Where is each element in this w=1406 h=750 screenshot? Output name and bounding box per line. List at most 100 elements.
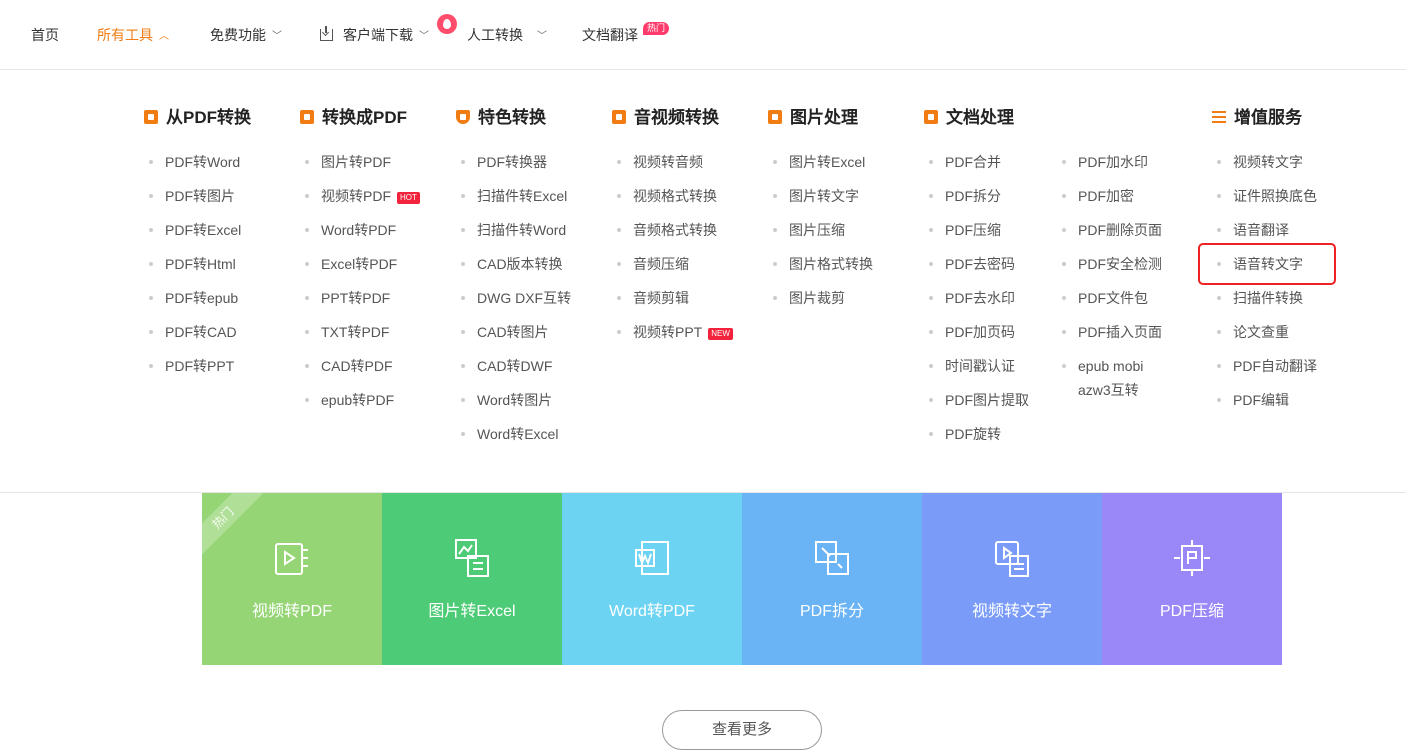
menu-item[interactable]: 论文查重 — [1212, 320, 1334, 344]
menu-item[interactable]: PDF安全检测 — [1057, 252, 1162, 276]
menu-item[interactable]: Excel转PDF — [300, 252, 420, 276]
nav-home[interactable]: 首页 — [31, 26, 59, 44]
menu-item[interactable]: PDF转PPT — [144, 354, 241, 378]
menu-item[interactable]: 音频剪辑 — [612, 286, 733, 310]
menu-item-label: CAD版本转换 — [477, 256, 563, 272]
menu-item[interactable]: CAD转PDF — [300, 354, 420, 378]
menu-item[interactable]: Word转PDF — [300, 218, 420, 242]
menu-item-label: PDF转换器 — [477, 154, 547, 170]
menu-item[interactable]: PDF加密 — [1057, 184, 1162, 208]
hot-badge: 热门 — [643, 22, 670, 35]
menu-item[interactable]: PPT转PDF — [300, 286, 420, 310]
menu-item[interactable]: 图片转PDF — [300, 150, 420, 174]
menu-item-highlighted[interactable]: 语音转文字 — [1198, 243, 1336, 285]
menu-item[interactable]: 音频格式转换 — [612, 218, 733, 242]
menu-item[interactable]: 图片压缩 — [768, 218, 873, 242]
menu-item[interactable]: PDF转换器 — [456, 150, 571, 174]
menu-item[interactable]: PDF插入页面 — [1057, 320, 1162, 344]
chevron-down-icon: ﹀ — [272, 31, 282, 42]
feature-tile-label: 视频转PDF — [251, 603, 332, 620]
nav-free-features[interactable]: 免费功能 ﹀ — [210, 26, 282, 46]
menu-item-label: 视频转PDF — [321, 188, 391, 204]
menu-item-label: PDF压缩 — [945, 222, 1001, 238]
menu-item[interactable]: PDF删除页面 — [1057, 218, 1162, 242]
menu-item[interactable]: PDF转Excel — [144, 218, 241, 242]
menu-item-label: 语音翻译 — [1233, 222, 1289, 238]
menu-item[interactable]: 扫描件转换 — [1212, 286, 1334, 310]
menu-item[interactable]: PDF加页码 — [924, 320, 1029, 344]
menu-item-label: 图片转文字 — [789, 188, 859, 204]
menu-item[interactable]: PDF转Word — [144, 150, 241, 174]
menu-item[interactable]: PDF自动翻译 — [1212, 354, 1334, 378]
menu-item[interactable]: PDF转epub — [144, 286, 241, 310]
menu-item[interactable]: 证件照换底色 — [1212, 184, 1334, 208]
menu-item-label: PDF去密码 — [945, 256, 1015, 272]
menu-item[interactable]: DWG DXF互转 — [456, 286, 571, 310]
menu-item[interactable]: 图片转Excel — [768, 150, 873, 174]
feature-tile[interactable]: 热门 视频转PDF — [202, 493, 382, 665]
menu-item[interactable]: PDF转图片 — [144, 184, 241, 208]
menu-item[interactable]: PDF编辑 — [1212, 388, 1334, 412]
download-icon — [320, 26, 333, 41]
nav-client-download[interactable]: 客户端下载 ﹀ — [320, 26, 429, 46]
menu-column-title: 增值服务 — [1212, 108, 1302, 128]
menu-item[interactable]: 语音翻译 — [1212, 218, 1334, 242]
menu-column-title-text: 从PDF转换 — [166, 108, 251, 127]
menu-item[interactable]: 视频转音频 — [612, 150, 733, 174]
pdf-convert-icon — [144, 110, 158, 124]
feature-tile[interactable]: 视频转文字 — [922, 493, 1102, 665]
menu-item[interactable]: CAD版本转换 — [456, 252, 571, 276]
menu-item-label: Word转图片 — [477, 392, 553, 408]
menu-item[interactable]: epub转PDF — [300, 388, 420, 412]
menu-item[interactable]: 扫描件转Excel — [456, 184, 571, 208]
menu-item[interactable]: PDF旋转 — [924, 422, 1029, 446]
menu-item[interactable]: PDF压缩 — [924, 218, 1029, 242]
menu-item[interactable]: 图片格式转换 — [768, 252, 873, 276]
menu-item[interactable]: PDF去水印 — [924, 286, 1029, 310]
menu-item[interactable]: 音频压缩 — [612, 252, 733, 276]
nav-all-tools[interactable]: 所有工具 ︿ — [97, 26, 169, 46]
menu-item[interactable]: PDF拆分 — [924, 184, 1029, 208]
pdf-compress-icon — [1174, 540, 1210, 576]
menu-item[interactable]: PDF加水印 — [1057, 150, 1162, 174]
menu-item[interactable]: 扫描件转Word — [456, 218, 571, 242]
menu-item[interactable]: Word转Excel — [456, 422, 571, 446]
menu-item[interactable]: PDF文件包 — [1057, 286, 1162, 310]
feature-tile[interactable]: Word转PDF — [562, 493, 742, 665]
menu-item[interactable]: 视频转PDF HOT — [300, 184, 420, 208]
menu-item[interactable]: CAD转DWF — [456, 354, 571, 378]
menu-item[interactable]: 视频转PPT NEW — [612, 320, 733, 344]
menu-item[interactable]: 视频格式转换 — [612, 184, 733, 208]
menu-item[interactable]: PDF转CAD — [144, 320, 241, 344]
view-more-button[interactable]: 查看更多 — [662, 710, 822, 750]
menu-item[interactable]: TXT转PDF — [300, 320, 420, 344]
menu-column-list: 图片转PDF 视频转PDF HOT Word转PDF Excel转PDF PPT转PDF T… — [300, 150, 420, 422]
menu-item-label: CAD转图片 — [477, 324, 549, 340]
menu-item[interactable]: 图片转文字 — [768, 184, 873, 208]
menu-item[interactable]: PDF去密码 — [924, 252, 1029, 276]
menu-item[interactable]: PDF图片提取 — [924, 388, 1029, 412]
menu-item[interactable]: CAD转图片 — [456, 320, 571, 344]
feature-tile[interactable]: PDF压缩 — [1102, 493, 1282, 665]
nav-manual-convert[interactable]: 人工转换 ﹀ — [467, 26, 547, 46]
feature-tiles: 热门 视频转PDF 图片转Excel Word转PDF PDF拆分 视频转文字 PDF压缩 — [202, 493, 1282, 665]
menu-column-list: PDF转换器扫描件转Excel 扫描件转Word CAD版本转换 DWG DXF互转 C… — [456, 150, 571, 456]
feature-tile[interactable]: PDF拆分 — [742, 493, 922, 665]
menu-item[interactable]: 视频转文字 — [1212, 150, 1334, 174]
menu-item[interactable]: epub mobi azw3互转 — [1057, 354, 1152, 402]
menu-column-title: 文档处理 — [924, 108, 1014, 128]
video-icon — [612, 110, 626, 124]
menu-item[interactable]: PDF合并 — [924, 150, 1029, 174]
menu-column-title: 特色转换 — [456, 108, 546, 128]
menu-item[interactable]: 图片裁剪 — [768, 286, 873, 310]
menu-item[interactable]: 时间戳认证 — [924, 354, 1029, 378]
menu-column-title-text: 增值服务 — [1234, 108, 1302, 127]
feature-tile[interactable]: 图片转Excel — [382, 493, 562, 665]
menu-item[interactable]: PDF转Html — [144, 252, 241, 276]
menu-item-label: 音频压缩 — [633, 256, 689, 272]
nav-manual-convert-label: 人工转换 — [467, 27, 523, 43]
nav-doc-translate[interactable]: 文档翻译 — [582, 26, 638, 44]
menu-item[interactable]: Word转图片 — [456, 388, 571, 412]
menu-item-label: Excel转PDF — [321, 256, 398, 272]
menu-item-tag: HOT — [397, 192, 420, 204]
